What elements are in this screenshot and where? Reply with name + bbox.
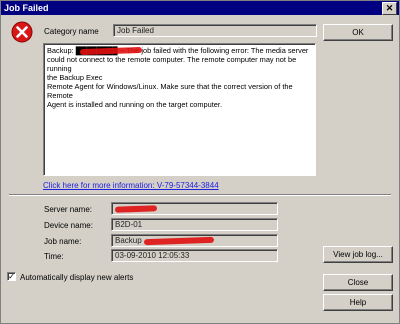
close-window-button[interactable]: ✕ <box>382 2 397 15</box>
device-name-field: B2D-01 <box>111 218 278 231</box>
message-line: Remote Agent for Windows/Linux. Make sur… <box>47 82 293 100</box>
error-icon <box>11 21 33 43</box>
auto-display-alerts-checkbox[interactable]: ✓ <box>7 272 16 281</box>
message-line: the Backup Exec <box>47 73 103 82</box>
message-line: Agent is installed and running on the ta… <box>47 100 223 109</box>
server-name-field <box>111 202 278 215</box>
message-line: could not connect to the remote computer… <box>47 55 297 73</box>
server-name-label: Server name: <box>44 205 93 214</box>
time-label: Time: <box>44 252 64 261</box>
job-name-field: Backup <box>111 234 278 247</box>
help-button[interactable]: Help <box>323 294 393 311</box>
more-info-link[interactable]: Click here for more information: V-79-57… <box>43 181 219 190</box>
close-icon: ✕ <box>385 3 394 13</box>
time-field: 03-09-2010 12:05:33 <box>111 249 278 262</box>
window-title: Job Failed <box>4 3 49 13</box>
title-bar: Job Failed ✕ <box>1 1 399 15</box>
job-failed-dialog: Job Failed ✕ Category name Job Failed OK… <box>0 0 400 324</box>
message-box[interactable]: Backup: ████████ -- The job failed with … <box>43 43 316 176</box>
device-name-label: Device name: <box>44 221 93 230</box>
auto-display-alerts-label[interactable]: Automatically display new alerts <box>20 273 133 282</box>
redaction-scribble <box>143 236 215 246</box>
category-field: Job Failed <box>113 24 317 37</box>
redaction-scribble <box>114 205 158 213</box>
separator <box>9 194 391 196</box>
close-button[interactable]: Close <box>323 274 393 291</box>
ok-button[interactable]: OK <box>323 24 393 41</box>
category-label: Category name <box>44 27 99 36</box>
checkmark-icon: ✓ <box>8 272 15 281</box>
job-name-label: Job name: <box>44 237 82 246</box>
view-job-log-button[interactable]: View job log... <box>323 246 393 263</box>
job-name-value: Backup <box>115 236 142 245</box>
